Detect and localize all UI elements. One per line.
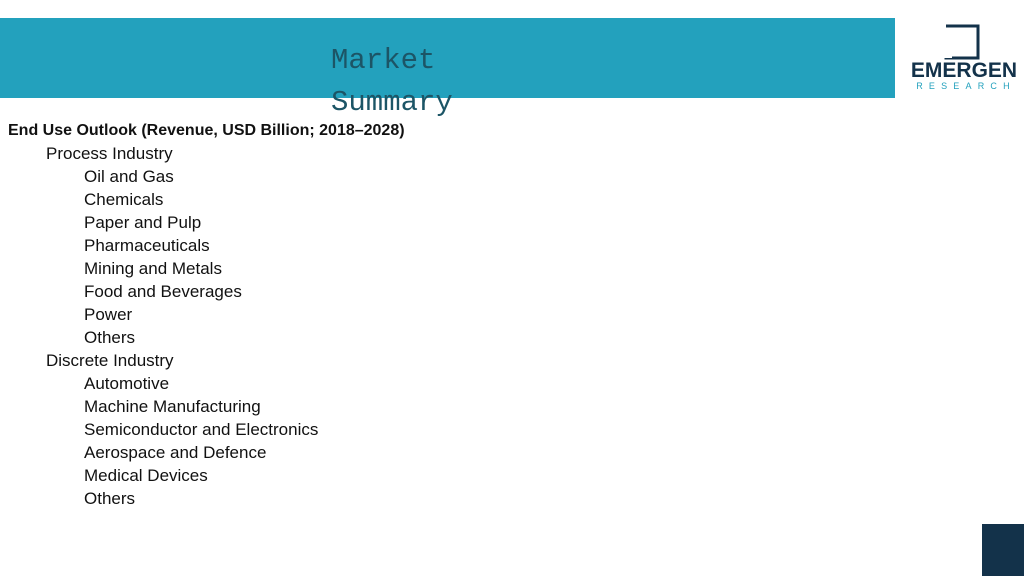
list-item: Paper and Pulp [84,213,202,232]
outline-heading: End Use Outlook (Revenue, USD Billion; 2… [8,122,405,139]
page-title: Market Summary [331,44,453,119]
emergen-logo: EMERGEN RESEARCH [906,22,1020,94]
list-item: Machine Manufacturing [84,397,261,416]
list-item: Chemicals [84,190,164,209]
outline-list: End Use Outlook (Revenue, USD Billion; 2… [8,119,708,510]
list-item: Others [84,328,136,347]
list-item: Semiconductor and Electronics [84,420,319,439]
group-label-discrete-industry: Discrete Industry [46,351,174,370]
list-item: Food and Beverages [84,282,242,301]
slide: Market Summary EMERGEN RESEARCH End Use … [0,0,1024,576]
list-item: Oil and Gas [84,167,174,186]
list-item: Aerospace and Defence [84,443,267,462]
list-item: Automotive [84,374,170,393]
list-item: Pharmaceuticals [84,236,210,255]
group-label-process-industry: Process Industry [46,144,173,163]
logo-subtitle: RESEARCH [916,81,1016,91]
list-item: Others [84,489,136,508]
list-item: Mining and Metals [84,259,222,278]
corner-accent-block [982,524,1024,576]
list-item: Medical Devices [84,466,208,485]
logo-name: EMERGEN [910,59,1018,82]
square-bracket-logo-icon [944,24,980,60]
list-item: Power [84,305,133,324]
